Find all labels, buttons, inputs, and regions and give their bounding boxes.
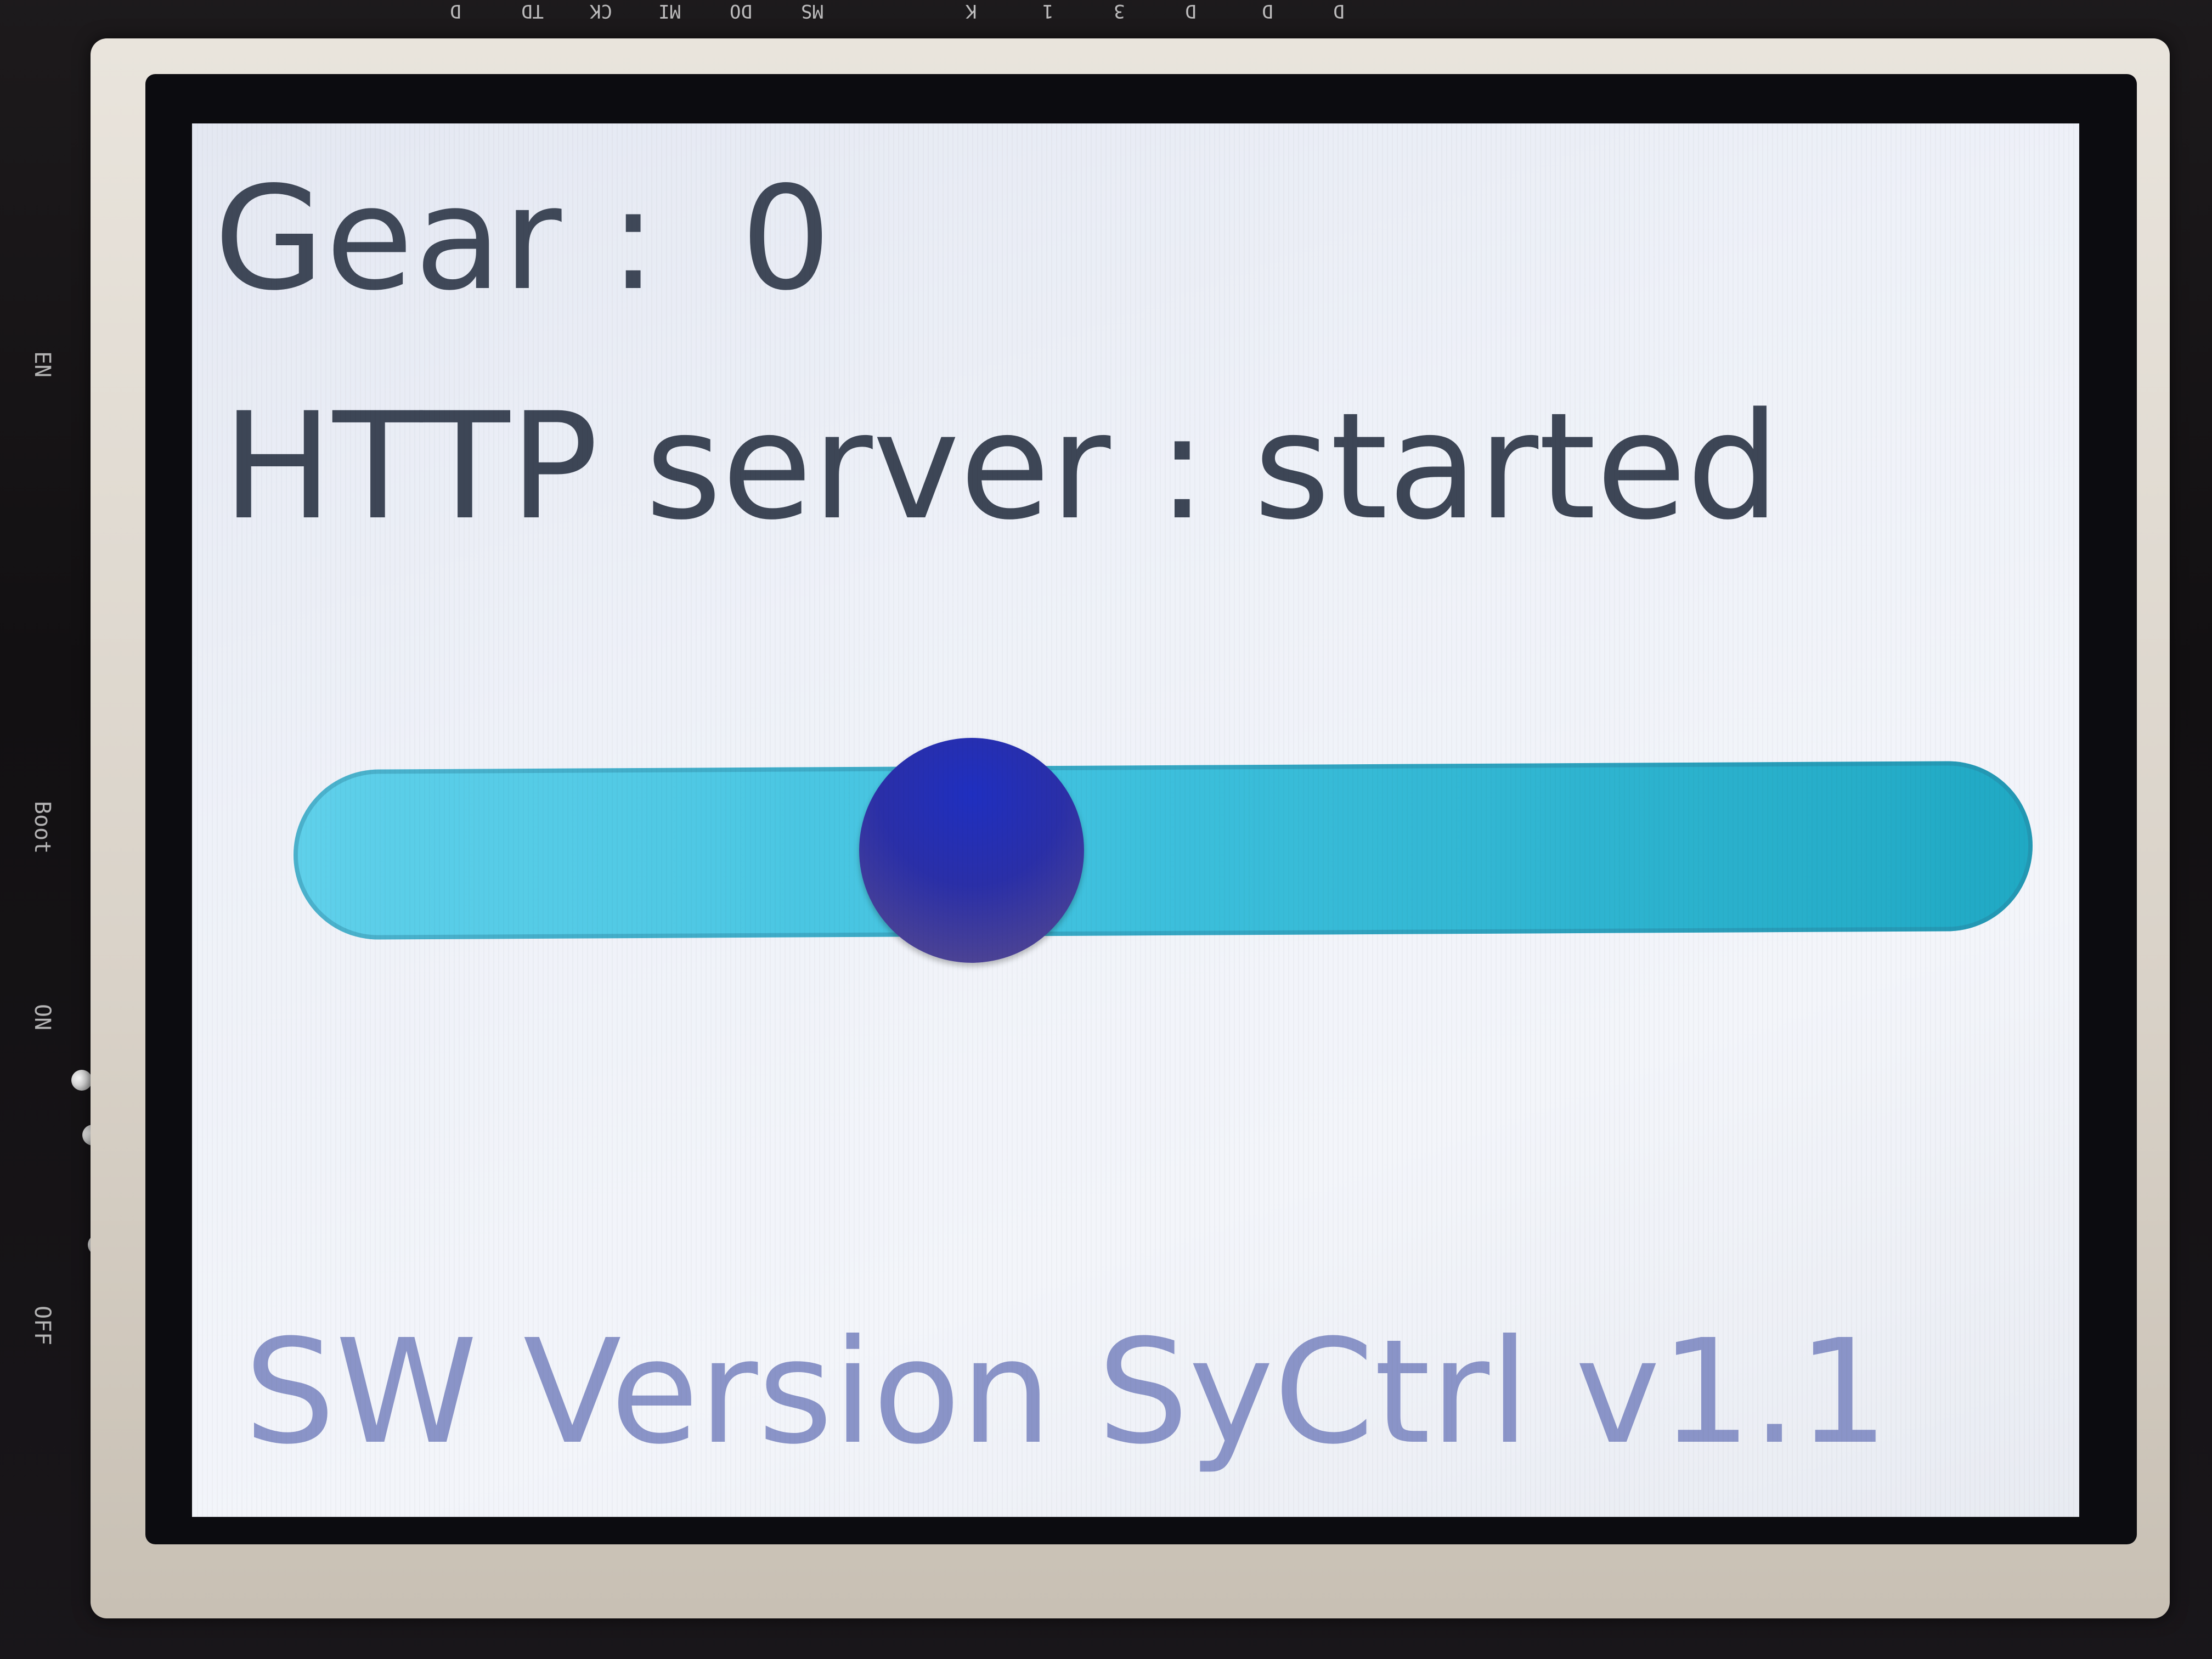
side-label-boot: Boot	[30, 801, 55, 854]
slider-track[interactable]	[294, 760, 2033, 940]
photo-scene: D TD CK MI DO MS K 1 3 D D D EN Boot ON …	[0, 0, 2212, 1659]
pin-label: CK	[590, 0, 612, 22]
lcd-screen: Gear : 0 HTTP server : started SW Version…	[192, 123, 2079, 1517]
gear-readout: Gear : 0	[214, 156, 832, 322]
pin-label: D	[1262, 0, 1273, 22]
pin-label: K	[966, 0, 977, 22]
software-version: SW Version SyCtrl v1.1	[244, 1308, 1889, 1476]
gear-slider[interactable]	[294, 738, 2033, 963]
slider-knob[interactable]	[859, 738, 1085, 963]
pin-label: D	[1185, 0, 1197, 22]
gear-label: Gear :	[214, 156, 658, 322]
pin-label: MI	[658, 0, 681, 22]
pin-label: D	[1333, 0, 1345, 22]
pin-label: 1	[1042, 0, 1054, 22]
pin-label: MS	[801, 0, 823, 22]
side-label-en: EN	[30, 351, 55, 378]
http-server-status: HTTP server : started	[222, 381, 1780, 552]
pin-label: TD	[521, 0, 544, 22]
side-label-on: ON	[30, 1004, 55, 1031]
side-label-off: OFF	[30, 1306, 55, 1346]
pin-label: DO	[730, 0, 752, 22]
pin-label: 3	[1114, 0, 1125, 22]
pin-label: D	[450, 0, 461, 22]
gear-value: 0	[740, 156, 833, 322]
led-icon	[71, 1070, 92, 1091]
